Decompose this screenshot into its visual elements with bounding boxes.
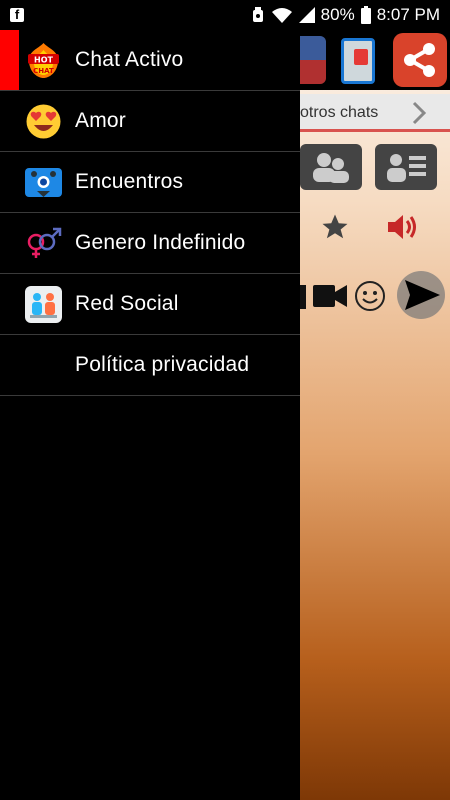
notification-alert-button[interactable] [341, 38, 375, 84]
send-icon[interactable] [396, 270, 446, 320]
menu-item-label: Encuentros [75, 170, 184, 193]
menu-item-encuentros[interactable]: Encuentros [0, 152, 300, 213]
contact-card-button[interactable] [375, 144, 437, 190]
emoji-icon[interactable] [354, 280, 386, 312]
video-camera-icon[interactable] [313, 283, 347, 309]
menu-item-label: Amor [75, 109, 126, 132]
battery-percent: 80% [320, 5, 355, 24]
wifi-icon [271, 8, 292, 23]
share-button[interactable] [393, 33, 447, 87]
android-notification-icon [252, 7, 263, 22]
facebook-icon: f [10, 8, 24, 22]
menu-item-label: Genero Indefinido [75, 231, 246, 254]
clock: 8:07 PM [376, 5, 440, 24]
navigation-drawer: HOT CHAT Chat Activo Amor Encuentros Gen… [0, 30, 300, 800]
menu-item-label: Red Social [75, 292, 179, 315]
svg-text:CHAT: CHAT [33, 67, 54, 75]
star-icon[interactable] [320, 212, 350, 242]
menu-item-chat-activo[interactable]: HOT CHAT Chat Activo [0, 30, 300, 91]
menu-item-label: Política privacidad [75, 353, 250, 376]
menu-item-red-social[interactable]: Red Social [0, 274, 300, 335]
other-chats-label: otros chats [300, 104, 379, 121]
speaker-icon[interactable] [386, 212, 418, 242]
map-pin-users-icon [25, 168, 62, 197]
menu-item-genero-indefinido[interactable]: Genero Indefinido [0, 213, 300, 274]
menu-item-amor[interactable]: Amor [0, 91, 300, 152]
hot-chat-logo-icon: HOT CHAT [28, 43, 59, 78]
battery-icon [360, 6, 371, 24]
users-icon [313, 153, 349, 183]
share-icon [404, 43, 435, 77]
status-bar: f 80% 8:07 PM [0, 0, 450, 30]
users-button[interactable] [300, 144, 362, 190]
status-right: 80% 8:07 PM [251, 5, 440, 25]
heart-eyes-emoji-icon [26, 104, 61, 139]
contact-card-icon [387, 154, 426, 182]
menu-item-label: Chat Activo [75, 48, 184, 71]
menu-item-politica-privacidad[interactable]: Política privacidad [0, 335, 300, 396]
chevron-right-icon [412, 101, 427, 125]
signal-icon [298, 7, 315, 23]
gender-symbols-icon [27, 227, 62, 258]
svg-text:HOT: HOT [34, 56, 53, 65]
social-network-icon [25, 286, 62, 323]
attach-icon[interactable] [300, 285, 306, 309]
